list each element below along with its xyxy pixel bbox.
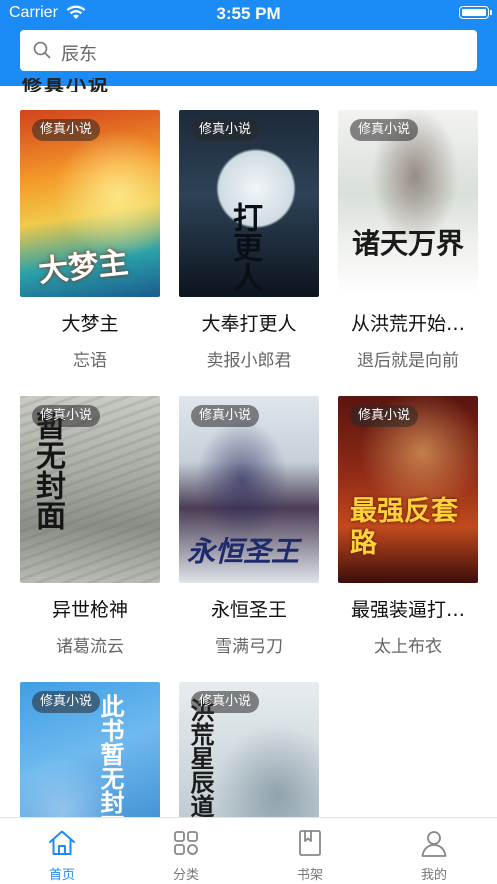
genre-tag: 修真小说 — [32, 405, 101, 427]
status-bar: Carrier 3:55 PM — [0, 0, 497, 28]
genre-tag: 修真小说 — [32, 119, 101, 141]
tab-label: 首页 — [48, 868, 75, 883]
book-title[interactable]: 最强装逼打… — [334, 595, 482, 622]
user-icon — [421, 831, 447, 857]
tab-bar: 首页 分类 书架 我的 — [0, 817, 497, 884]
cover-title: 洪荒星辰道 — [186, 698, 214, 817]
cover-title: 最强反套路 — [350, 496, 458, 559]
book-author: 退后就是向前 — [357, 351, 459, 371]
cover-title: 暂无封面 — [30, 410, 65, 530]
book-grid: 大梦主 修真小说 大梦主 忘语 打更人 修真小说 大奉打更人 卖报小郎君 诸天万… — [0, 110, 497, 817]
genre-tag: 修真小说 — [32, 691, 101, 713]
cover-title: 此书暂无封面 — [96, 694, 124, 817]
tab-home[interactable]: 首页 — [0, 818, 124, 884]
genre-tag: 修真小说 — [350, 405, 419, 427]
book-title[interactable]: 从洪荒开始… — [334, 309, 482, 336]
tab-category[interactable]: 分类 — [124, 818, 248, 884]
bookshelf-icon — [299, 830, 321, 856]
search-bar[interactable]: 辰东 — [20, 30, 477, 71]
book-title[interactable]: 永恒圣王 — [175, 595, 323, 622]
genre-tag: 修真小说 — [350, 119, 419, 141]
tab-label: 我的 — [420, 868, 447, 883]
book-author: 太上布衣 — [374, 637, 442, 657]
cover-title: 打更人 — [227, 202, 262, 292]
section-title: 修真小说 — [22, 78, 110, 92]
genre-tag: 修真小说 — [191, 405, 260, 427]
tab-bookshelf[interactable]: 书架 — [248, 818, 372, 884]
book-title[interactable]: 大梦主 — [16, 309, 164, 336]
tab-mine[interactable]: 我的 — [372, 818, 496, 884]
book-author: 雪满弓刀 — [215, 637, 283, 657]
cover-title: 诸天万界 — [352, 227, 465, 260]
book-title[interactable]: 异世枪神 — [16, 595, 164, 622]
clock: 3:55 PM — [216, 4, 281, 23]
search-icon — [33, 41, 51, 59]
tab-label: 分类 — [172, 868, 199, 883]
genre-tag: 修真小说 — [191, 691, 260, 713]
top-bar: Carrier 3:55 PM 辰东 — [0, 0, 497, 86]
home-icon — [49, 830, 75, 855]
genre-tag: 修真小说 — [191, 119, 260, 141]
book-author: 忘语 — [73, 351, 107, 371]
book-title[interactable]: 大奉打更人 — [175, 309, 323, 336]
cover-title: 永恒圣王 — [187, 535, 300, 568]
tab-label: 书架 — [296, 868, 323, 883]
book-author: 诸葛流云 — [56, 637, 124, 657]
search-input[interactable]: 辰东 — [61, 40, 97, 66]
book-author: 卖报小郎君 — [206, 351, 292, 371]
battery-icon — [459, 6, 492, 19]
grid-icon — [174, 831, 198, 855]
cover-title: 大梦主 — [36, 245, 130, 290]
